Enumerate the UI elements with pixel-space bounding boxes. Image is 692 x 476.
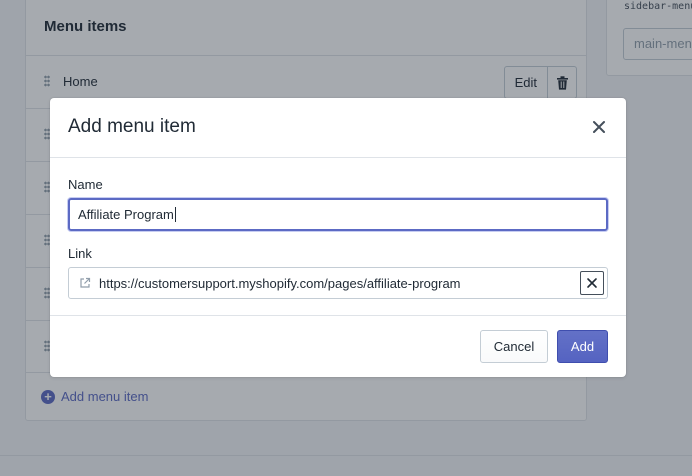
modal-body: Name Affiliate Program Link https://cust…: [50, 158, 626, 316]
cancel-button[interactable]: Cancel: [480, 330, 548, 363]
add-button[interactable]: Add: [557, 330, 608, 363]
name-input[interactable]: Affiliate Program: [68, 198, 608, 231]
add-menu-item-modal: Add menu item Name Affiliate Program Lin…: [50, 98, 626, 377]
modal-footer: Cancel Add: [50, 316, 626, 376]
clear-icon: [587, 278, 597, 288]
name-label: Name: [68, 177, 103, 192]
modal-title: Add menu item: [68, 116, 196, 137]
external-link-icon: [80, 277, 91, 288]
close-icon[interactable]: [590, 118, 608, 136]
modal-header: Add menu item: [50, 98, 626, 158]
link-label: Link: [68, 246, 92, 261]
link-input[interactable]: https://customersupport.myshopify.com/pa…: [68, 267, 608, 299]
link-input-value: https://customersupport.myshopify.com/pa…: [99, 275, 461, 291]
name-input-value: Affiliate Program: [78, 207, 174, 222]
clear-link-button[interactable]: [580, 271, 604, 295]
text-caret: [174, 207, 176, 222]
